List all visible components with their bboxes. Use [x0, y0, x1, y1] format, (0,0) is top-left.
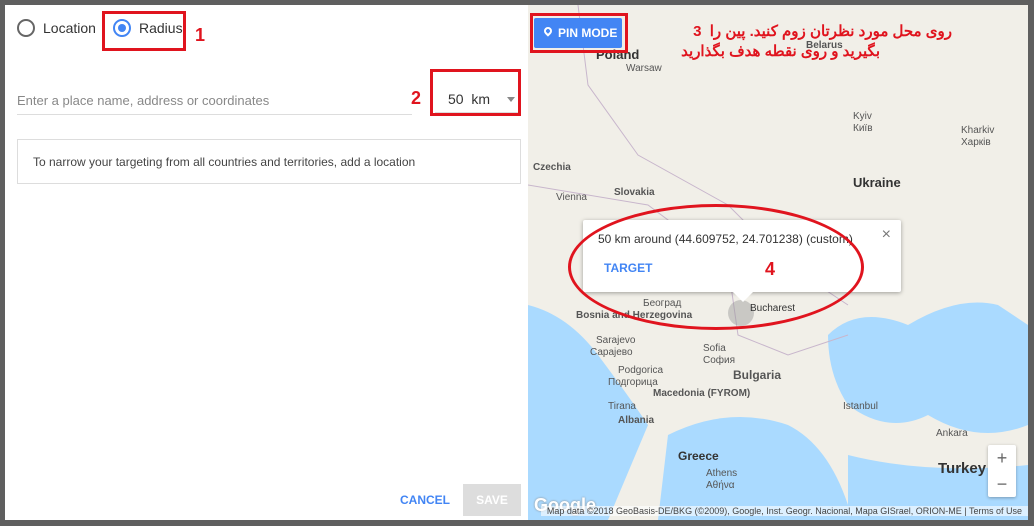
map-label: Sofia — [703, 343, 726, 354]
zoom-out-button[interactable]: − — [988, 471, 1016, 497]
map-label: Istanbul — [843, 401, 879, 412]
map-label: Bulgaria — [733, 368, 782, 382]
radio-location[interactable]: Location — [17, 19, 96, 37]
cancel-button[interactable]: CANCEL — [395, 485, 455, 515]
radio-location-label: Location — [43, 20, 96, 36]
zoom-in-button[interactable]: + — [988, 445, 1016, 471]
annotation-oval-4 — [568, 204, 864, 330]
place-input[interactable]: Enter a place name, address or coordinat… — [17, 89, 412, 115]
annotation-text-3: روی محل مورد نظرتان زوم کنید. پین را 3 — [693, 23, 952, 40]
map-label: Ukraine — [853, 175, 901, 190]
map-label: Ankara — [936, 428, 968, 439]
map-label: Turkey — [938, 460, 987, 477]
map-label: Vienna — [556, 192, 587, 203]
map-label: Sarajevo — [596, 335, 636, 346]
map-label: Подгорица — [608, 377, 658, 388]
location-dialog: Location Radius 1 Enter a place name, ad… — [5, 5, 1028, 520]
map-label: Kharkiv — [961, 125, 995, 136]
map-label: Greece — [678, 449, 719, 463]
map-label: Tirana — [608, 401, 636, 412]
map-label: Macedonia (FYROM) — [653, 388, 751, 399]
aegean-sea — [658, 417, 848, 520]
annotation-number-1: 1 — [195, 25, 206, 45]
close-icon[interactable]: × — [882, 226, 891, 244]
map-label: Αθήνα — [706, 480, 735, 491]
map-label: Podgorica — [618, 365, 664, 376]
save-button[interactable]: SAVE — [463, 484, 521, 516]
map-label: София — [703, 355, 736, 366]
location-panel: Location Radius 1 Enter a place name, ad… — [5, 5, 528, 520]
map-label: Czechia — [533, 162, 571, 173]
map-label: Albania — [618, 415, 655, 426]
annotation-number-2: 2 — [411, 88, 422, 108]
map[interactable]: Belarus Poland Warsaw Kyiv Київ Kharkiv … — [528, 5, 1028, 520]
annotation-box-1 — [102, 11, 186, 51]
black-sea — [828, 302, 1028, 433]
zoom-control: + − — [988, 445, 1016, 497]
map-label: Київ — [853, 123, 873, 134]
annotation-box-3 — [530, 13, 628, 53]
annotation-box-2 — [430, 69, 521, 116]
map-label: Slovakia — [614, 187, 655, 198]
map-label: Харків — [961, 137, 991, 148]
map-label: Athens — [706, 468, 738, 479]
annotation-number-4: 4 — [765, 259, 776, 279]
annotation-text-3b: بگیرید و روی نقطه هدف بگذارید — [681, 43, 880, 60]
map-attribution[interactable]: Map data ©2018 GeoBasis-DE/BKG (©2009), … — [540, 506, 1028, 516]
map-label: Kyiv — [853, 111, 872, 122]
map-label: Сарајево — [590, 347, 633, 358]
radio-circle[interactable] — [17, 19, 35, 37]
map-label: Warsaw — [626, 63, 662, 74]
targeting-note: To narrow your targeting from all countr… — [17, 139, 521, 184]
